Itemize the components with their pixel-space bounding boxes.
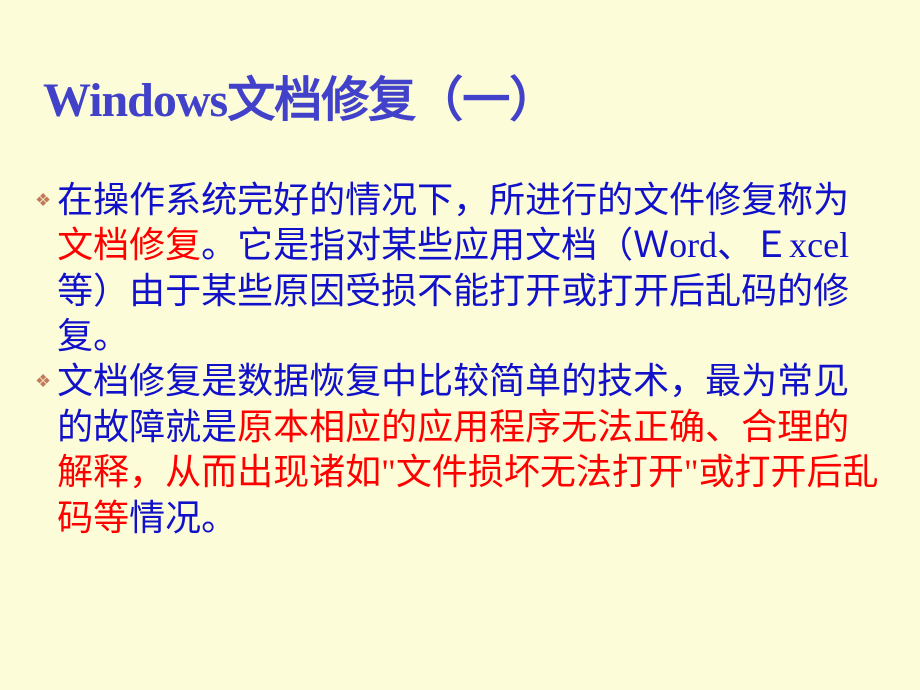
diamond-bullet-icon: ❖ <box>35 190 51 211</box>
bullet-content-1: 在操作系统完好的情况下，所进行的文件修复称为文档修复。它是指对某些应用文档（Ｗo… <box>57 178 885 359</box>
bullet-item-2: ❖ 文档修复是数据恢复中比较简单的技术，最为常见的故障就是原本相应的应用程序无法… <box>35 359 885 540</box>
bullet-item-1: ❖ 在操作系统完好的情况下，所进行的文件修复称为文档修复。它是指对某些应用文档（… <box>35 178 885 359</box>
slide-title: Windows文档修复（一） <box>43 60 885 130</box>
diamond-bullet-icon: ❖ <box>35 371 51 392</box>
bullet-content-2: 文档修复是数据恢复中比较简单的技术，最为常见的故障就是原本相应的应用程序无法正确… <box>57 359 885 540</box>
normal-text: 情况。 <box>129 498 237 538</box>
highlight-text: 文档修复 <box>57 225 201 265</box>
normal-text: 在操作系统完好的情况下，所进行的文件修复称为 <box>57 180 849 220</box>
